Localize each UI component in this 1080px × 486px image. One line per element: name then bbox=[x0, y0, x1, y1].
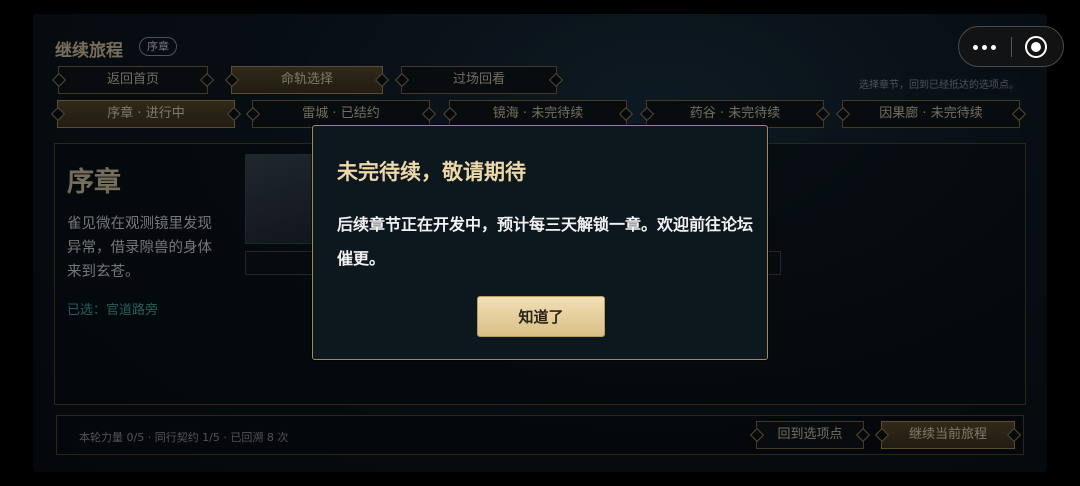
dialog-message: 后续章节正在开发中，预计每三天解锁一章。欢迎前往论坛催更。 bbox=[337, 215, 754, 268]
more-icon[interactable] bbox=[973, 37, 999, 57]
got-it-button[interactable]: 知道了 bbox=[477, 296, 605, 337]
capsule-divider bbox=[1011, 37, 1012, 57]
coming-soon-dialog: 未完待续，敬请期待 后续章节正在开发中，预计每三天解锁一章。欢迎前往论坛催更。 … bbox=[312, 125, 768, 360]
mini-program-capsule bbox=[958, 26, 1064, 67]
close-target-icon[interactable] bbox=[1025, 36, 1047, 58]
dialog-title: 未完待续，敬请期待 bbox=[337, 160, 526, 184]
